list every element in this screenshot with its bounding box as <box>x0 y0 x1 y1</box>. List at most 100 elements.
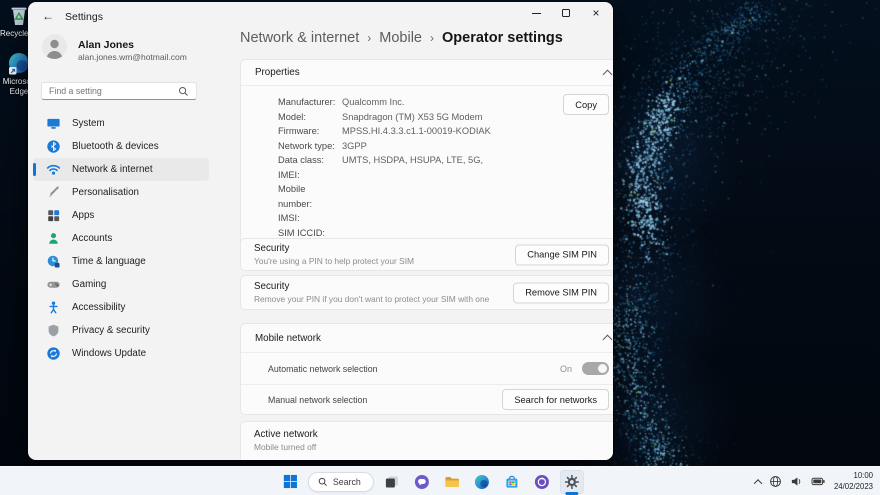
clock[interactable]: 10:00 24/02/2023 <box>834 471 873 491</box>
property-value: UMTS, HSDPA, HSUPA, LTE, 5G, <box>342 153 483 168</box>
property-row: Firmware:MPSS.HI.4.3.3.c1.1-00019-KODIAK <box>278 124 613 139</box>
search-icon <box>178 86 189 97</box>
caption-buttons: × <box>521 2 611 24</box>
sidebar-item-time-language[interactable]: Time & language <box>33 250 209 273</box>
mobile-network-header[interactable]: Mobile network <box>241 324 613 352</box>
active-network-card: Active network Mobile turned off <box>240 421 613 460</box>
gamepad-icon <box>46 277 61 292</box>
sidebar-item-label: Personalisation <box>72 187 139 198</box>
settings-window: ← Settings × Alan Jones alan.jones.wm@ho… <box>28 2 613 460</box>
mobile-network-card: Mobile network Automatic network selecti… <box>240 323 613 415</box>
user-email: alan.jones.wm@hotmail.com <box>78 52 187 62</box>
properties-card: Properties Manufacturer:Qualcomm Inc. Mo… <box>240 59 613 251</box>
sidebar-item-label: Privacy & security <box>72 325 150 336</box>
gear-icon <box>564 474 580 490</box>
sidebar-item-label: System <box>72 118 105 129</box>
sidebar-item-system[interactable]: System <box>33 112 209 135</box>
toggle-state-label: On <box>560 364 572 374</box>
sidebar-item-accounts[interactable]: Accounts <box>33 227 209 250</box>
sidebar-item-label: Windows Update <box>72 348 146 359</box>
sidebar-item-personalisation[interactable]: Personalisation <box>33 181 209 204</box>
clock-icon <box>46 254 61 269</box>
search-icon <box>318 477 328 487</box>
tray-time: 10:00 <box>834 471 873 481</box>
sidebar-item-network[interactable]: Network & internet <box>33 158 209 181</box>
purple-circle-arrow-icon <box>534 474 550 490</box>
wifi-icon <box>46 162 61 177</box>
breadcrumb-separator: › <box>367 31 371 45</box>
taskbar-search[interactable]: Search <box>308 472 374 492</box>
edge-button[interactable] <box>470 470 494 494</box>
mobile-network-header-label: Mobile network <box>255 333 321 344</box>
properties-body: Manufacturer:Qualcomm Inc. Model:Snapdra… <box>241 85 613 250</box>
property-row: Data class:UMTS, HSDPA, HSUPA, LTE, 5G, <box>278 153 613 168</box>
property-row: Network type:3GPP <box>278 139 613 154</box>
properties-header-label: Properties <box>255 67 300 78</box>
start-button[interactable] <box>278 470 302 494</box>
sidebar-item-accessibility[interactable]: Accessibility <box>33 296 209 319</box>
sidebar-item-label: Bluetooth & devices <box>72 141 159 152</box>
sidebar-item-apps[interactable]: Apps <box>33 204 209 227</box>
property-value: MPSS.HI.4.3.3.c1.1-00019-KODIAK <box>342 124 491 139</box>
property-label: Firmware: <box>278 124 342 139</box>
remove-sim-pin-button[interactable]: Remove SIM PIN <box>513 282 609 303</box>
system-tray: 10:00 24/02/2023 <box>755 467 873 495</box>
brush-icon <box>46 185 61 200</box>
network-globe-icon[interactable] <box>769 475 782 488</box>
accessibility-icon <box>46 300 61 315</box>
sidebar: System Bluetooth & devices Network & int… <box>33 112 209 365</box>
automatic-selection-row: Automatic network selection On <box>241 352 613 384</box>
property-label: Mobile number: <box>278 182 342 211</box>
settings-search[interactable] <box>41 82 197 100</box>
sidebar-item-label: Time & language <box>72 256 146 267</box>
avatar[interactable] <box>42 34 67 59</box>
edge-icon <box>474 474 490 490</box>
task-view-button[interactable] <box>380 470 404 494</box>
property-value: Qualcomm Inc. <box>342 95 405 110</box>
security-remove-card: Security Remove your PIN if you don't wa… <box>240 275 613 310</box>
file-explorer-button[interactable] <box>440 470 464 494</box>
active-network-subtitle: Mobile turned off <box>254 442 612 452</box>
chat-icon <box>414 474 430 490</box>
properties-header[interactable]: Properties <box>241 60 613 85</box>
user-name: Alan Jones <box>78 39 134 51</box>
sidebar-item-privacy[interactable]: Privacy & security <box>33 319 209 342</box>
active-network-title: Active network <box>254 429 612 440</box>
sidebar-item-bluetooth[interactable]: Bluetooth & devices <box>33 135 209 158</box>
search-for-networks-button[interactable]: Search for networks <box>502 389 609 410</box>
volume-icon[interactable] <box>790 475 803 488</box>
chat-button[interactable] <box>410 470 434 494</box>
breadcrumb-mobile[interactable]: Mobile <box>379 30 422 46</box>
property-label: Manufacturer: <box>278 95 342 110</box>
property-row: IMEI: <box>278 168 613 183</box>
hidden-icons-chevron[interactable] <box>754 479 762 487</box>
change-sim-pin-button[interactable]: Change SIM PIN <box>515 244 609 265</box>
store-button[interactable] <box>500 470 524 494</box>
battery-icon[interactable] <box>811 475 826 488</box>
breadcrumb-root[interactable]: Network & internet <box>240 30 359 46</box>
minimize-button[interactable] <box>521 2 551 24</box>
automatic-selection-toggle[interactable] <box>582 362 609 375</box>
page-title: Operator settings <box>442 30 563 46</box>
sidebar-item-windows-update[interactable]: Windows Update <box>33 342 209 365</box>
security-change-card: Security You're using a PIN to help prot… <box>240 238 613 271</box>
search-input[interactable] <box>49 86 178 96</box>
maximize-button[interactable] <box>551 2 581 24</box>
tray-date: 24/02/2023 <box>834 482 873 492</box>
manual-selection-label: Manual network selection <box>268 395 367 405</box>
monitor-icon <box>46 116 61 131</box>
copy-button[interactable]: Copy <box>563 94 609 115</box>
sidebar-item-label: Gaming <box>72 279 106 290</box>
property-value: Snapdragon (TM) X53 5G Modem <box>342 110 483 125</box>
task-view-icon <box>384 474 400 490</box>
back-button[interactable]: ← <box>38 6 58 26</box>
property-label: Network type: <box>278 139 342 154</box>
person-silhouette-icon <box>45 37 64 59</box>
shield-icon <box>46 323 61 338</box>
settings-app-button[interactable] <box>560 470 584 494</box>
close-button[interactable]: × <box>581 2 611 24</box>
sidebar-item-gaming[interactable]: Gaming <box>33 273 209 296</box>
widgets-app-button[interactable] <box>530 470 554 494</box>
breadcrumb: Network & internet › Mobile › Operator s… <box>240 30 563 46</box>
settings-content: Network & internet › Mobile › Operator s… <box>212 2 613 460</box>
